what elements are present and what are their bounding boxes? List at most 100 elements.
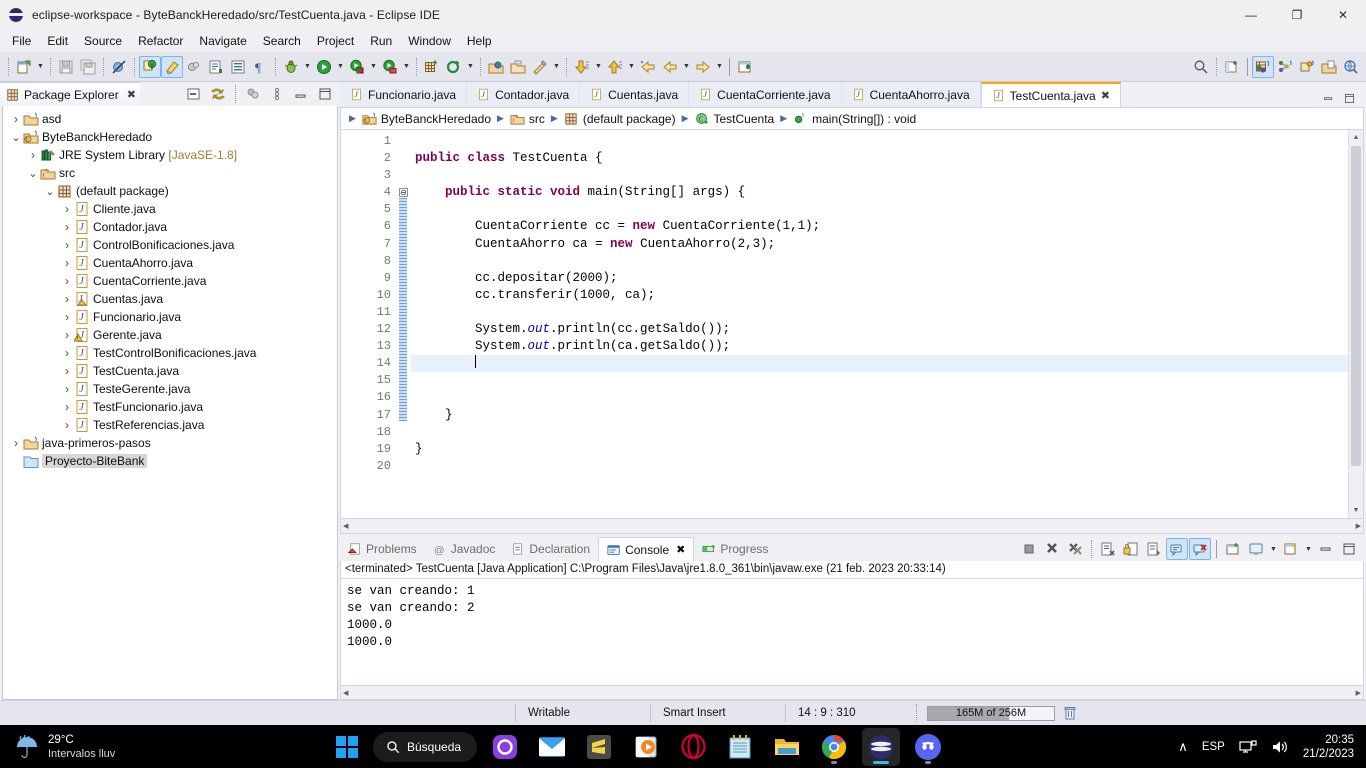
minimize-view-icon[interactable] bbox=[290, 83, 312, 105]
editor-tab[interactable]: J Cuentas.java bbox=[580, 82, 690, 107]
forward-icon[interactable] bbox=[692, 56, 714, 78]
tree-expand-arrow-icon[interactable]: › bbox=[60, 256, 74, 270]
console-scroll-right-icon[interactable]: ▶ bbox=[1356, 689, 1361, 697]
tree-item[interactable]: › JRE System Library [JavaSE-1.8] bbox=[3, 146, 337, 164]
new-java-project-icon[interactable] bbox=[421, 56, 443, 78]
breadcrumb-item[interactable]: ! (default package) bbox=[564, 111, 676, 126]
editor-tab[interactable]: J CuentaCorriente.java bbox=[689, 82, 842, 107]
coverage-dropdown-icon[interactable]: ▼ bbox=[368, 56, 379, 78]
next-annotation-icon[interactable] bbox=[571, 56, 593, 78]
debug-icon[interactable] bbox=[280, 56, 302, 78]
taskbar-search[interactable]: Búsqueda bbox=[373, 731, 478, 762]
close-icon[interactable]: ✖ bbox=[1101, 89, 1110, 102]
save-all-icon[interactable] bbox=[77, 56, 99, 78]
tree-expand-arrow-icon[interactable]: › bbox=[60, 346, 74, 360]
tree-item[interactable]: ⌄! ByteBanckHeredado bbox=[3, 128, 337, 146]
profile-icon[interactable] bbox=[379, 56, 401, 78]
save-icon[interactable] bbox=[55, 56, 77, 78]
collapse-method-icon[interactable]: ⊖ bbox=[399, 188, 408, 198]
console-tab[interactable]: @ Javadoc bbox=[425, 537, 504, 561]
menu-project[interactable]: Project bbox=[309, 32, 362, 50]
tree-item[interactable]: › J Cliente.java bbox=[3, 200, 337, 218]
code-line[interactable] bbox=[411, 167, 1363, 184]
display-selected-console-icon[interactable] bbox=[1189, 538, 1211, 560]
tree-item[interactable]: ⌄! src bbox=[3, 164, 337, 182]
taskbar-app-mail[interactable] bbox=[533, 728, 571, 766]
code-line[interactable] bbox=[411, 372, 1363, 389]
console-menu-dropdown-icon[interactable]: ▼ bbox=[1303, 538, 1314, 560]
tree-item[interactable]: › J ControlBonificaciones.java bbox=[3, 236, 337, 254]
new-annotation-dropdown-icon[interactable]: ▼ bbox=[465, 56, 476, 78]
code-line[interactable]: public class TestCuenta { bbox=[411, 150, 1363, 167]
tree-item[interactable]: ⌄! (default package) bbox=[3, 182, 337, 200]
tree-expand-arrow-icon[interactable]: › bbox=[60, 328, 74, 342]
open-resource-icon[interactable] bbox=[507, 56, 529, 78]
profile-dropdown-icon[interactable]: ▼ bbox=[401, 56, 412, 78]
scroll-left-icon[interactable]: ◀ bbox=[343, 522, 348, 530]
tab-package-explorer[interactable]: Package Explorer ✖ bbox=[0, 82, 140, 106]
code-line[interactable] bbox=[411, 201, 1363, 218]
code-line[interactable] bbox=[411, 304, 1363, 321]
start-button[interactable] bbox=[330, 730, 364, 764]
tree-expand-arrow-icon[interactable]: › bbox=[60, 310, 74, 324]
console-scroll-left-icon[interactable]: ◀ bbox=[343, 689, 348, 697]
scroll-thumb[interactable] bbox=[1351, 146, 1361, 466]
menu-search[interactable]: Search bbox=[255, 32, 309, 50]
tree-item[interactable]: Proyecto-BiteBank bbox=[3, 452, 337, 470]
maximize-button[interactable]: ❐ bbox=[1274, 0, 1320, 30]
console-tab[interactable]: Problems bbox=[340, 537, 425, 561]
code-line[interactable] bbox=[411, 458, 1363, 475]
code-line[interactable]: cc.transferir(1000, ca); bbox=[411, 287, 1363, 304]
new-java-class-icon[interactable] bbox=[205, 56, 227, 78]
trash-icon[interactable] bbox=[1061, 704, 1079, 722]
new-console-dropdown-icon[interactable]: ▼ bbox=[1268, 538, 1279, 560]
tree-item[interactable]: › J CuentaAhorro.java bbox=[3, 254, 337, 272]
back-icon[interactable] bbox=[637, 56, 659, 78]
java-perspective-icon[interactable] bbox=[1252, 55, 1274, 78]
taskbar-app-discord[interactable] bbox=[909, 728, 947, 766]
previous-annotation-icon[interactable] bbox=[604, 56, 626, 78]
show-view-menu-icon[interactable] bbox=[227, 56, 249, 78]
search-icon[interactable] bbox=[1190, 56, 1212, 78]
code-line[interactable]: System.out.println(cc.getSaldo()); bbox=[411, 321, 1363, 338]
back-dropdown-icon[interactable]: ▼ bbox=[681, 56, 692, 78]
heap-status[interactable]: 165M of 256M bbox=[927, 705, 1055, 721]
highlight-pen-icon[interactable] bbox=[161, 55, 183, 78]
console-horizontal-scrollbar[interactable]: ◀ ▶ bbox=[340, 685, 1364, 700]
code-line[interactable]: System.out.println(ca.getSaldo()); bbox=[411, 338, 1363, 355]
java-browsing-perspective-icon[interactable] bbox=[1274, 56, 1296, 78]
clear-console-icon[interactable] bbox=[1097, 538, 1119, 560]
menu-edit[interactable]: Edit bbox=[39, 32, 76, 50]
console-output[interactable]: se van creando: 1 se van creando: 2 1000… bbox=[340, 579, 1364, 685]
java-ee-perspective-icon[interactable] bbox=[1340, 56, 1362, 78]
taskbar-app-eclipse[interactable] bbox=[862, 727, 901, 766]
tree-expand-arrow-icon[interactable]: ⌄ bbox=[26, 167, 40, 180]
maximize-console-icon[interactable] bbox=[1338, 538, 1360, 560]
tree-expand-arrow-icon[interactable]: › bbox=[60, 382, 74, 396]
source-code[interactable]: public class TestCuenta { public static … bbox=[411, 130, 1363, 518]
editor-tab[interactable]: J CuentaAhorro.java bbox=[841, 82, 981, 107]
previous-annotation-dropdown-icon[interactable]: ▼ bbox=[626, 56, 637, 78]
tree-expand-arrow-icon[interactable]: › bbox=[60, 220, 74, 234]
editor-tab-bar[interactable]: J Funcionario.java J Contador.java J Cuentas.… bbox=[340, 82, 1364, 107]
tree-expand-arrow-icon[interactable]: › bbox=[60, 274, 74, 288]
tree-expand-arrow-icon[interactable]: › bbox=[60, 364, 74, 378]
new-annotation-icon[interactable] bbox=[443, 56, 465, 78]
word-wrap-icon[interactable] bbox=[1143, 538, 1165, 560]
menu-window[interactable]: Window bbox=[400, 32, 459, 50]
debug-perspective-icon[interactable] bbox=[1296, 56, 1318, 78]
tree-item[interactable]: › J TestFuncionario.java bbox=[3, 398, 337, 416]
view-menu-icon[interactable] bbox=[266, 83, 288, 105]
taskbar-app-notepad[interactable] bbox=[721, 728, 759, 766]
taskbar-app-purple-circle[interactable] bbox=[486, 728, 524, 766]
tree-item[interactable]: › J! Gerente.java bbox=[3, 326, 337, 344]
open-perspective-icon[interactable] bbox=[1221, 56, 1243, 78]
git-perspective-icon[interactable] bbox=[1318, 56, 1340, 78]
volume-icon[interactable] bbox=[1271, 739, 1289, 755]
pin-console-icon[interactable] bbox=[1166, 538, 1188, 560]
open-type-folder-icon[interactable] bbox=[485, 56, 507, 78]
taskbar-app-media-player[interactable] bbox=[627, 728, 665, 766]
tree-item[interactable]: › asd bbox=[3, 110, 337, 128]
minimize-editor-icon[interactable] bbox=[1322, 92, 1335, 105]
menu-file[interactable]: File bbox=[4, 32, 39, 50]
